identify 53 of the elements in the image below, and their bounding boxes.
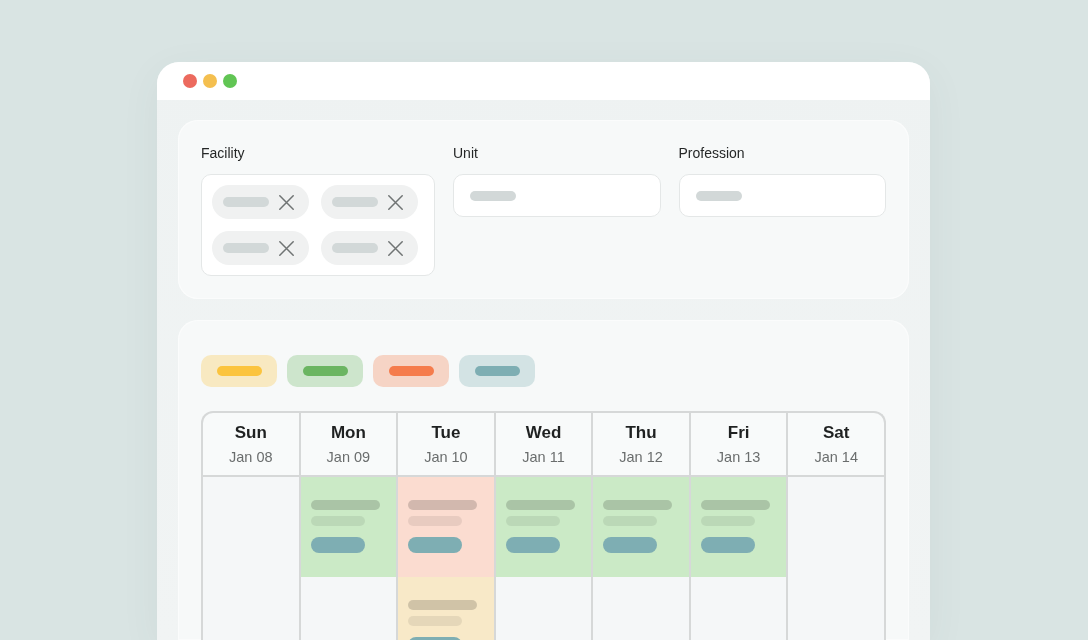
shift-block[interactable]: [593, 477, 689, 577]
placeholder-line: [223, 243, 269, 253]
day-date: Jan 08: [229, 448, 273, 466]
close-icon[interactable]: [279, 194, 294, 210]
shift-block[interactable]: [300, 477, 397, 577]
day-date: Jan 09: [326, 448, 371, 466]
placeholder-line: [332, 197, 378, 207]
window-zoom-icon[interactable]: [223, 74, 237, 88]
placeholder-line: [408, 600, 478, 610]
field-label: Facility: [201, 144, 245, 163]
field-label: Profession: [678, 144, 745, 163]
day-name: Sun: [234, 422, 267, 444]
filter-chip[interactable]: [321, 185, 418, 219]
placeholder-line: [505, 500, 575, 510]
window-minimize-icon[interactable]: [203, 74, 217, 88]
shift-block[interactable]: [495, 477, 592, 577]
window-close-icon[interactable]: [183, 74, 197, 88]
day-name: Tue: [431, 422, 461, 444]
placeholder-tag: [408, 537, 463, 553]
placeholder-line: [310, 500, 380, 510]
select-field[interactable]: [678, 174, 886, 217]
day-name: Sat: [822, 422, 850, 444]
placeholder-line: [695, 190, 742, 201]
close-icon[interactable]: [388, 240, 403, 256]
close-icon[interactable]: [279, 240, 294, 256]
placeholder-line: [223, 197, 269, 207]
placeholder-tag: [700, 537, 755, 553]
day-date: Jan 10: [424, 448, 468, 466]
placeholder-line: [603, 500, 673, 510]
day-date: Jan 14: [814, 448, 858, 466]
placeholder-line: [470, 190, 516, 201]
placeholder-line: [332, 243, 378, 253]
placeholder-tag: [310, 537, 365, 553]
filter-chip[interactable]: [212, 231, 309, 265]
filter-chip[interactable]: [212, 185, 309, 219]
placeholder-line: [408, 500, 478, 510]
placeholder-tag: [505, 537, 560, 553]
day-date: Jan 12: [619, 448, 663, 466]
day-name: Fri: [727, 422, 750, 444]
shift-block[interactable]: [690, 477, 787, 577]
day-name: Mon: [330, 422, 366, 444]
select-field[interactable]: [453, 174, 661, 217]
close-icon[interactable]: [388, 194, 403, 210]
shift-block[interactable]: [398, 477, 494, 577]
day-name: Thu: [625, 422, 657, 444]
day-date: Jan 13: [716, 448, 761, 466]
day-date: Jan 11: [522, 448, 565, 466]
day-name: Wed: [525, 422, 562, 444]
placeholder-line: [700, 500, 770, 510]
field-label: Unit: [453, 144, 478, 163]
filter-chip[interactable]: [321, 231, 418, 265]
placeholder-tag: [603, 537, 658, 553]
multi-select-field[interactable]: [201, 174, 435, 276]
